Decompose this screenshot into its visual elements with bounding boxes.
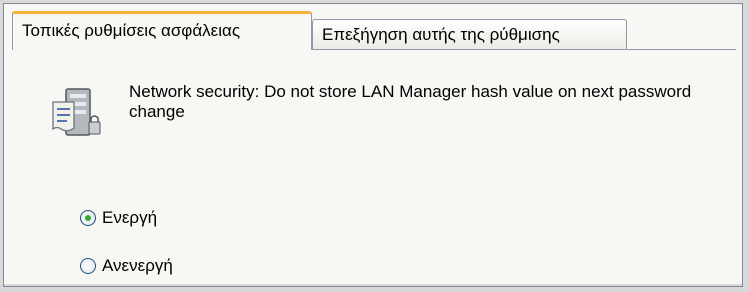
radio-disabled-button[interactable] bbox=[80, 258, 96, 274]
dialog-bottom-edge bbox=[4, 284, 742, 286]
tab-local-security-setting[interactable]: Τοπικές ρυθμίσεις ασφάλειας bbox=[12, 11, 312, 50]
security-policy-icon bbox=[52, 88, 101, 136]
radio-disabled[interactable]: Ανενεργή bbox=[80, 254, 173, 278]
radio-enabled-label: Ενεργή bbox=[102, 208, 158, 227]
radio-enabled[interactable]: Ενεργή bbox=[80, 206, 157, 230]
policy-properties-dialog: Τοπικές ρυθμίσεις ασφάλειας Επεξήγηση αυ… bbox=[3, 3, 743, 287]
tab-strip: Τοπικές ρυθμίσεις ασφάλειας Επεξήγηση αυ… bbox=[12, 11, 734, 50]
policy-description: Network security: Do not store LAN Manag… bbox=[129, 82, 692, 121]
tab-explain-setting[interactable]: Επεξήγηση αυτής της ρύθμισης bbox=[312, 19, 627, 49]
radio-disabled-label: Ανενεργή bbox=[102, 256, 173, 275]
radio-enabled-button[interactable] bbox=[80, 210, 96, 226]
